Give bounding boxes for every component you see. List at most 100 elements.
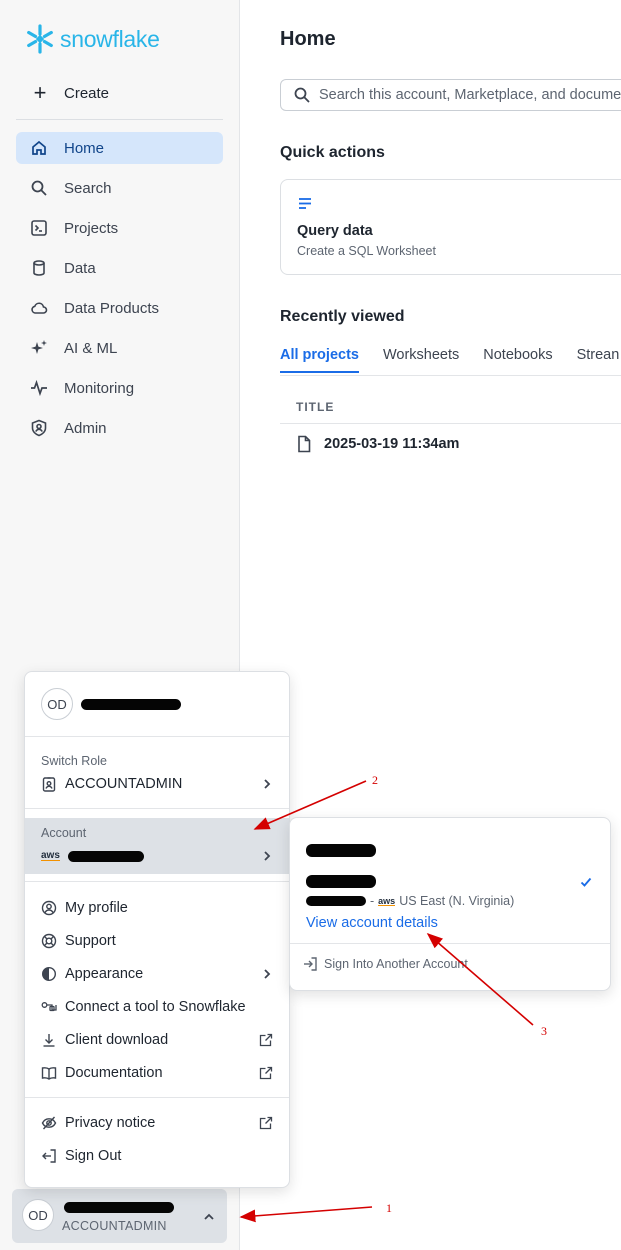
account-label: Account xyxy=(41,826,87,840)
menu-item-client-download[interactable]: Client download xyxy=(41,1029,273,1051)
chevron-right-icon xyxy=(264,779,271,789)
sidebar-item-projects[interactable]: Projects xyxy=(16,212,223,244)
sidebar-item-label: AI & ML xyxy=(64,339,118,357)
table-row[interactable]: 2025-03-19 11:34am xyxy=(296,435,459,453)
chevron-right-icon xyxy=(264,969,271,979)
external-link-icon xyxy=(259,1066,273,1080)
brand-name: snowflake xyxy=(60,25,160,52)
sidebar-item-label: Admin xyxy=(64,419,107,437)
sidebar-item-label: Home xyxy=(64,139,105,157)
snowflake-icon xyxy=(27,24,53,54)
book-icon xyxy=(41,1067,57,1080)
sign-into-another-account-button[interactable]: Sign Into Another Account xyxy=(302,956,468,972)
annotation-label-2: 2 xyxy=(372,773,378,787)
sidebar-item-ai-ml[interactable]: AI & ML xyxy=(16,332,223,364)
sidebar-item-label: Data xyxy=(64,259,96,277)
user-menu: OD Switch Role ACCOUNTADMIN Account aws … xyxy=(24,671,290,1188)
account-region: - aws US East (N. Virginia) xyxy=(306,894,514,908)
avatar: OD xyxy=(22,1199,54,1231)
avatar: OD xyxy=(41,688,73,720)
user-menu-button[interactable]: OD ACCOUNTADMIN xyxy=(12,1189,227,1243)
sign-in-icon xyxy=(304,957,317,971)
file-icon xyxy=(298,435,311,453)
snowflake-logo[interactable]: snowflake xyxy=(24,22,160,56)
chevron-up-icon xyxy=(204,1213,214,1220)
lifebuoy-icon xyxy=(41,933,57,949)
menu-divider xyxy=(25,808,289,809)
create-button[interactable]: + Create xyxy=(30,82,109,104)
redacted-account-name xyxy=(306,844,376,857)
sidebar-item-label: Projects xyxy=(64,219,119,237)
search-icon xyxy=(31,180,47,196)
shield-icon xyxy=(31,419,47,437)
menu-item-label: Sign Out xyxy=(65,1148,122,1164)
query-data-card[interactable]: Query data Create a SQL Worksheet xyxy=(280,179,621,275)
menu-item-label: Client download xyxy=(65,1032,169,1048)
tab-worksheets[interactable]: Worksheets xyxy=(383,347,459,373)
sidebar-item-search[interactable]: Search xyxy=(16,172,223,204)
menu-user-header: OD xyxy=(41,688,181,720)
key-icon xyxy=(41,1002,57,1012)
menu-item-label: Connect a tool to Snowflake xyxy=(65,999,246,1015)
row-title: 2025-03-19 11:34am xyxy=(324,436,460,452)
pulse-icon xyxy=(31,379,47,397)
menu-item-privacy-notice[interactable]: Privacy notice xyxy=(41,1112,273,1134)
table-header-divider xyxy=(280,423,621,424)
menu-item-label: Documentation xyxy=(65,1065,163,1081)
switch-role-label: Switch Role xyxy=(41,754,107,768)
checkmark-icon xyxy=(580,877,592,887)
external-link-icon xyxy=(259,1116,273,1130)
tab-streamlit[interactable]: Strean xyxy=(577,347,620,373)
menu-item-my-profile[interactable]: My profile xyxy=(41,897,273,919)
sidebar-item-home[interactable]: Home xyxy=(16,132,223,164)
sidebar-item-data[interactable]: Data xyxy=(16,252,223,284)
plus-icon: + xyxy=(33,80,47,105)
query-data-label: Query data xyxy=(297,223,373,239)
switch-role-item[interactable]: ACCOUNTADMIN xyxy=(41,773,273,795)
region-name: US East (N. Virginia) xyxy=(399,894,515,908)
menu-item-support[interactable]: Support xyxy=(41,930,273,952)
annotation-arrow-1 xyxy=(239,1206,373,1223)
menu-item-connect-tool[interactable]: Connect a tool to Snowflake xyxy=(41,996,273,1018)
sign-out-icon xyxy=(42,1149,56,1163)
sidebar-item-admin[interactable]: Admin xyxy=(16,412,223,444)
view-account-details-link[interactable]: View account details xyxy=(306,915,438,931)
tab-notebooks[interactable]: Notebooks xyxy=(483,347,552,373)
contrast-icon xyxy=(41,966,57,982)
eye-off-icon xyxy=(41,1116,57,1130)
menu-item-appearance[interactable]: Appearance xyxy=(41,963,273,985)
recently-viewed-title: Recently viewed xyxy=(280,308,405,325)
region-separator: - xyxy=(370,894,375,908)
sparkle-icon xyxy=(31,340,47,354)
search-input[interactable]: Search this account, Marketplace, and do… xyxy=(280,79,621,111)
search-icon xyxy=(294,87,310,103)
redacted-account-id xyxy=(306,896,366,906)
home-icon xyxy=(32,140,46,155)
query-lines-icon xyxy=(299,198,311,209)
account-row[interactable]: aws xyxy=(41,845,273,867)
account-submenu: - aws US East (N. Virginia) View account… xyxy=(289,817,611,991)
sidebar-item-monitoring[interactable]: Monitoring xyxy=(16,372,223,404)
redacted-username xyxy=(64,1202,174,1213)
search-placeholder: Search this account, Marketplace, and do… xyxy=(319,87,621,103)
sidebar-item-label: Data Products xyxy=(64,299,160,317)
menu-divider xyxy=(25,881,289,882)
menu-item-documentation[interactable]: Documentation xyxy=(41,1062,273,1084)
database-icon xyxy=(33,260,45,276)
sidebar-divider xyxy=(16,119,223,120)
menu-divider xyxy=(25,736,289,737)
sidebar-item-label: Search xyxy=(64,179,112,197)
sidebar-item-label: Monitoring xyxy=(64,379,135,397)
annotation-label-3: 3 xyxy=(541,1024,547,1038)
aws-icon: aws xyxy=(378,895,396,906)
column-header-title[interactable]: TITLE xyxy=(296,400,334,414)
redacted-account-locator xyxy=(306,875,376,888)
query-data-sub: Create a SQL Worksheet xyxy=(297,244,436,258)
sign-into-another-account-label: Sign Into Another Account xyxy=(324,957,468,971)
menu-item-label: Appearance xyxy=(65,966,144,982)
tab-all-projects[interactable]: All projects xyxy=(280,347,359,373)
menu-item-sign-out[interactable]: Sign Out xyxy=(41,1145,273,1167)
sidebar-item-data-products[interactable]: Data Products xyxy=(16,292,223,324)
external-link-icon xyxy=(259,1033,273,1047)
quick-actions-title: Quick actions xyxy=(280,144,385,161)
